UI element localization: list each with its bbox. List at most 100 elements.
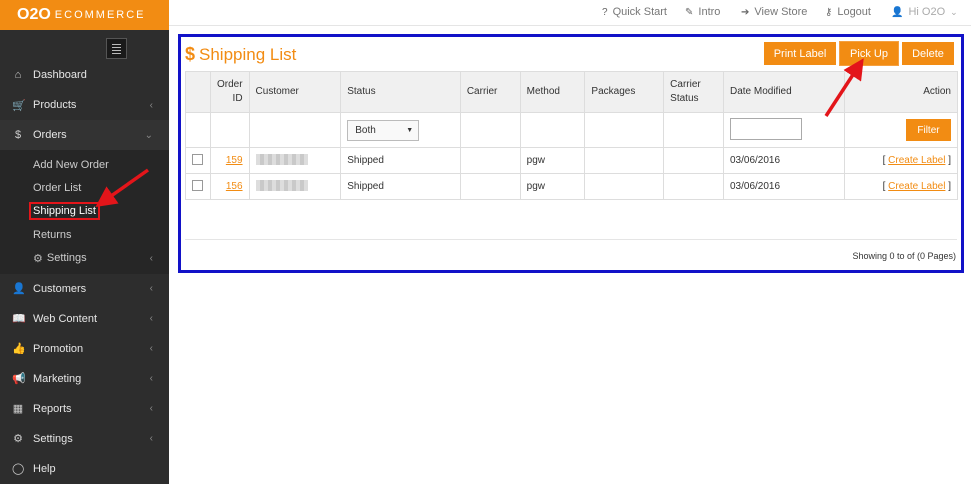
column-header-carrier-status[interactable]: Carrier Status [663,71,724,113]
table-row: 159 Shipped pgw 03/06/2016 [ Create Labe… [185,147,959,174]
chevron-left-icon: ‹ [149,313,153,325]
column-header-carrier[interactable]: Carrier [459,71,521,113]
dollar-icon: $ [14,129,22,141]
menu-toggle-icon[interactable] [106,38,127,59]
sidebar-item-label: Settings [33,432,73,445]
topbar: ? Quick Start ✎ Intro ➔ View Store ⚷ Log… [169,0,971,26]
sidebar-item-label: Reports [33,402,72,415]
column-header-action: Action [843,71,959,113]
column-header-status[interactable]: Status [340,71,461,113]
customer-name-redacted [255,153,308,165]
view-store-link[interactable]: ➔ View Store [741,6,807,18]
method-cell: pgw [519,173,586,200]
date-cell: 03/06/2016 [722,173,845,200]
user-name: Hi O2O [908,6,946,18]
sidebar-item-label: Returns [33,228,72,241]
packages-cell [584,173,665,200]
order-id-link[interactable]: 159 [226,155,243,166]
sidebar-item-settings[interactable]: ⚙ Settings ‹ [0,424,169,454]
caret-down-icon: ▼ [406,126,414,134]
quick-start-label: Quick Start [612,6,667,18]
sidebar-item-customers[interactable]: 👤 Customers ‹ [0,274,169,304]
row-checkbox[interactable] [192,179,204,191]
status-cell: Shipped [340,147,461,174]
header-label: Carrier [670,79,701,90]
order-id-link[interactable]: 156 [226,181,243,192]
sidebar-item-shipping-list[interactable]: Shipping List [0,200,169,223]
sidebar-item-products[interactable]: 🛒 Products ‹ [0,90,169,120]
packages-cell [584,147,665,174]
magic-wand-icon: ✎ [685,6,694,18]
pick-up-button[interactable]: Pick Up [839,41,899,66]
action-cell: [ Create Label ] [843,173,959,200]
column-header-date-modified[interactable]: Date Modified [722,71,845,113]
logout-link[interactable]: ⚷ Logout [825,6,871,18]
chevron-left-icon: ‹ [149,252,153,264]
sidebar-item-order-list[interactable]: Order List [0,176,169,199]
sidebar-item-promotion[interactable]: 👍 Promotion ‹ [0,334,169,364]
user-menu[interactable]: 👤 Hi O2O ⌄ [891,6,958,18]
column-header-customer[interactable]: Customer [248,71,342,113]
sidebar-item-reports[interactable]: ▦ Reports ‹ [0,394,169,424]
intro-link[interactable]: ✎ Intro [685,6,720,18]
create-label-link[interactable]: Create Label [888,181,945,192]
column-header-method[interactable]: Method [519,71,586,113]
sidebar-item-label: Web Content [33,312,98,325]
delete-button[interactable]: Delete [902,42,954,65]
brand-logo[interactable]: O2O ECOMMERCE [0,0,169,30]
sidebar-item-label: Promotion [33,342,84,355]
page-title-text: Shipping List [199,44,297,64]
filter-button[interactable]: Filter [906,119,951,141]
carrier-status-cell [663,173,724,200]
sidebar: O2O ECOMMERCE ⌂ Dashboard 🛒 Products ‹ $… [0,0,169,484]
action-cell: [ Create Label ] [843,147,959,174]
carrier-cell [459,173,521,200]
chevron-left-icon: ‹ [149,343,153,355]
column-header-packages[interactable]: Packages [584,71,665,113]
user-icon: 👤 [12,283,26,296]
chevron-left-icon: ‹ [149,433,153,445]
sidebar-item-label: Customers [33,282,87,295]
chevron-left-icon: ‹ [149,373,153,385]
chevron-down-icon: ⌄ [144,129,153,141]
question-icon: ? [602,6,608,18]
sidebar-item-add-new-order[interactable]: Add New Order [0,153,169,176]
print-label-button[interactable]: Print Label [764,42,836,65]
date-filter-input[interactable] [729,117,802,140]
sidebar-item-order-settings[interactable]: ⚙ Settings ‹ [0,247,169,270]
method-cell: pgw [519,147,586,174]
gears-icon: ⚙ [13,433,23,446]
sidebar-item-returns[interactable]: Returns [0,223,169,246]
view-store-label: View Store [754,6,808,18]
brand-logo-mark: O2O [17,6,51,23]
bullhorn-icon: 📢 [12,373,26,386]
sidebar-item-label: Shipping List [29,202,100,221]
quick-start-link[interactable]: ? Quick Start [602,6,667,18]
row-checkbox[interactable] [192,153,204,165]
sidebar-item-label: Help [33,462,56,475]
sidebar-item-label: Settings [46,252,87,265]
chart-icon: ▦ [12,403,24,416]
user-icon: 👤 [891,6,904,18]
chevron-left-icon: ‹ [149,99,153,111]
column-header-order-id[interactable]: Order ID [209,71,250,113]
create-label-link[interactable]: Create Label [888,155,945,166]
carrier-status-cell [663,147,724,174]
pagination-summary: Showing 0 to of (0 Pages) [852,251,956,261]
sidebar-item-orders[interactable]: $ Orders ⌄ [0,120,169,150]
chat-bubble-icon: ◯ [12,463,25,476]
status-filter-select[interactable]: Both ▼ [347,119,420,141]
sidebar-item-label: Products [33,99,77,111]
sidebar-item-dashboard[interactable]: ⌂ Dashboard [0,60,169,90]
sidebar-item-web-content[interactable]: 📖 Web Content ‹ [0,304,169,334]
sidebar-item-marketing[interactable]: 📢 Marketing ‹ [0,364,169,394]
cart-icon: 🛒 [12,99,26,112]
select-column-header [185,71,211,113]
page-title: $ Shipping List [185,44,296,65]
sidebar-item-label: Dashboard [33,69,87,81]
sidebar-item-help[interactable]: ◯ Help [0,454,169,484]
status-filter-value: Both [355,124,376,136]
header-label: ID [232,93,243,104]
logout-label: Logout [837,6,871,18]
sidebar-item-label: Orders [33,129,67,141]
